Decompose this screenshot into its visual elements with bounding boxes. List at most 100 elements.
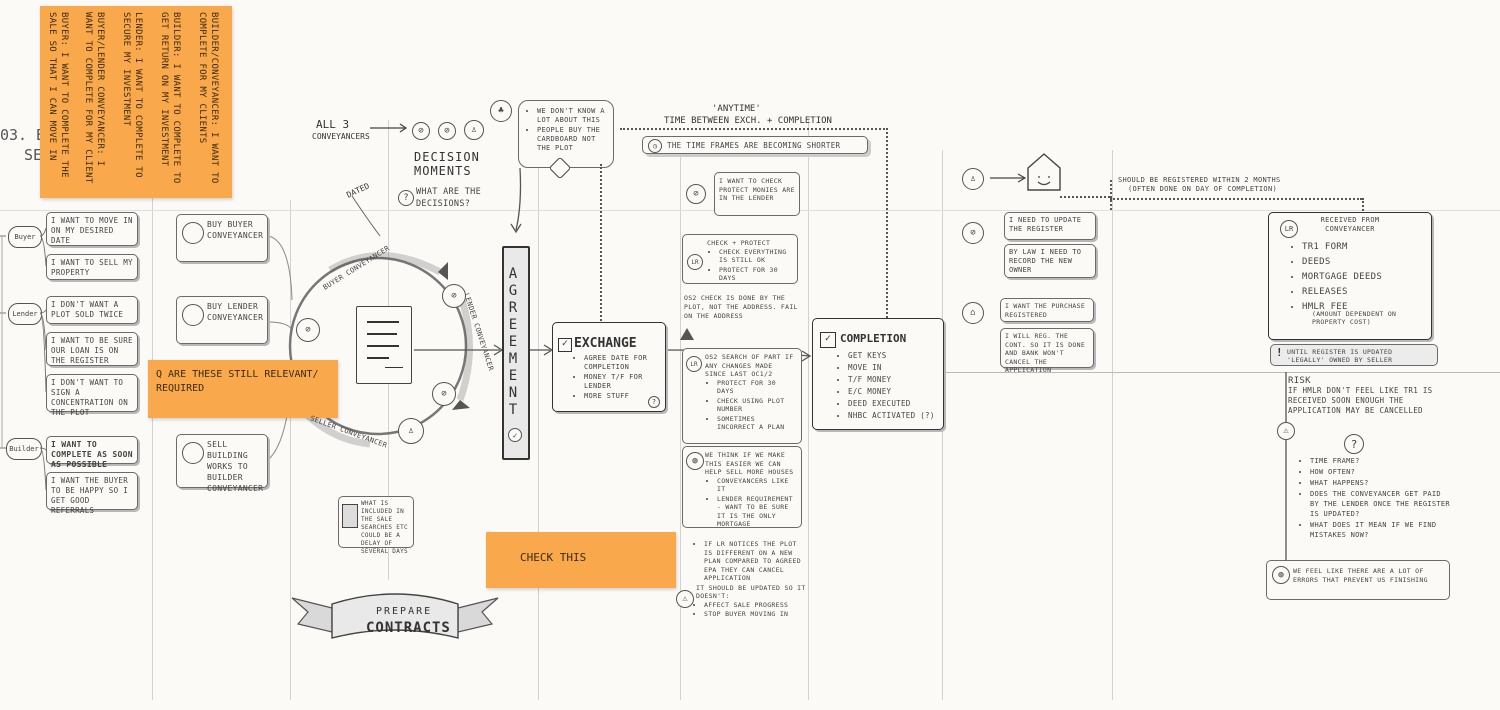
question-item: What happens? [1310,478,1450,488]
question-icon: ? [648,396,660,408]
question-icon: ? [1344,434,1364,454]
check-box-icon: ✓ [820,332,836,348]
person-slash-icon: ⊘ [296,318,320,342]
sticky-note: Builder: I want to complete to get retur… [159,12,181,184]
need-box: I want to sell my property [46,254,138,280]
grid-line [538,120,539,700]
need-box: I don't want to sign a concentration on … [46,374,138,417]
bank-icon: ⌂ [962,302,984,324]
check-this-text: CHECK THIS [520,551,587,564]
stage-label: 03. B [0,126,46,144]
lr-badge: LR [687,254,703,270]
fee-note: (Amount dependent on property cost) [1312,310,1397,326]
grid-line [680,150,681,700]
grid-line [290,200,291,700]
role-badge-lender: Lender [8,303,42,325]
person-icon: ♙ [398,418,424,444]
anytime-label: 'Anytime' [712,104,761,114]
need-box: I want to be sure our loan is on the reg… [46,332,138,366]
globe-icon: ◍ [1272,566,1290,584]
received-item: Mortgage deeds [1302,270,1432,284]
sticky-note: Buyer: I want to complete the sale so th… [47,12,69,178]
globe-icon: ◍ [686,452,704,470]
risk-section: Risk If HMLR don't feel like TR1 is rece… [1288,376,1448,416]
think-note-item: Lender requirement - want to be sure it … [717,495,797,529]
received-title: Received from conveyancer [1320,216,1380,233]
sticky-note: Buyer/Lender conveyancer: I want to comp… [83,12,105,184]
exchange-title: Exchange [574,336,637,351]
question-item: Does the conveyancer get paid by the len… [1310,489,1450,519]
person-icon: ♙ [962,168,984,190]
completion-item: Get keys [848,350,952,361]
action-label: Sell Building works to builder conveyanc… [207,440,264,493]
lr-notice: If LR notices the plot is different on a… [692,540,808,620]
sticky-note: Lender: I want to complete to secure my … [121,12,143,178]
question-item: Time frame? [1310,456,1450,466]
question-item: How often? [1310,467,1450,477]
timeframes-banner: The time frames are becoming shorter [642,136,868,154]
grid-line [1112,150,1113,700]
action-label: Buy Lender conveyancer [207,302,264,322]
role-badge-builder: Builder [6,438,42,460]
clock-icon: ◷ [648,139,662,153]
check-circle-icon [182,442,204,464]
check-protect-bubble: I want to check protect monies are in th… [714,172,800,216]
person-slash-icon: ⊘ [442,284,466,308]
seller-conveyancer-label: Seller conveyancer [309,414,389,450]
exchange-item: Money T/F for lender [584,373,674,391]
completion-item: T/F money [848,374,952,385]
sticky-note: Builder/Conveyancer: I want to complete … [197,12,219,184]
all3-label: All 3 [316,118,350,131]
dotted-connector [1110,180,1112,210]
role-badge-buyer: Buyer [8,226,42,248]
risk-title: Risk [1288,376,1311,386]
lr-notice-line: It should be updated so it doesn't: [696,583,806,601]
grid-line [808,120,809,700]
os2-search-item: Check using plot number [717,397,797,414]
bubble-item: People buy the cardboard not the plot [537,126,607,153]
check-circle-icon: ✓ [508,428,522,442]
need-box: I want to complete as soon as possible [46,436,138,469]
exclamation-icon: ! [1276,346,1283,359]
exchange-list: Agree date for completion Money T/F for … [572,354,674,402]
bubble-item: We don't know a lot about this [537,107,607,125]
lr-notice-item: Affect sale progress [704,601,808,610]
person-slash-icon: ⊘ [686,184,706,204]
question-sticky: Q Are these still relevant/ required [148,360,338,418]
will-register-box: I will reg. the cont. so it is done and … [1000,328,1094,374]
person-slash-icon: ⊘ [412,122,430,140]
lr-notice-line: If LR notices the plot is different on a… [704,540,808,583]
received-item: Releases [1302,285,1432,299]
check-this-sticky: CHECK THIS [486,532,676,588]
completion-list: Get keys Move in T/F money E/C money Dee… [836,350,952,422]
banner-line2: Contracts [366,620,451,636]
prepare-contracts-banner [291,593,499,639]
action-label: Buy Buyer conveyancer [207,220,264,240]
errors-note-text: We feel like there are a lot of errors t… [1293,567,1428,584]
lr-badge: LR [1280,220,1298,238]
completion-item: NHBC activated (?) [848,410,952,421]
sticky-notes-group: Buyer: I want to complete the sale so th… [40,6,232,198]
tree-icon: ♣ [490,100,512,122]
included-item: Searches etc [361,524,408,531]
by-law-box: By law I need to record the new owner [1004,244,1096,278]
conveyancers-label: Conveyancers [312,132,370,141]
need-box: I want to move in on my desired date [46,212,138,246]
completion-item: Deed executed [848,398,952,409]
anytime-dotted-line [886,128,888,318]
contract-document-icon [356,306,412,384]
included-item: Could be a delay of several days [361,532,408,555]
warning-icon: ⚠ [676,590,694,608]
os2-check-note: OS2 check is done by the plot, not the a… [684,294,798,320]
register-timing-line: (often done on day of completion) [1128,185,1277,193]
received-item: TR1 form [1302,240,1432,254]
dated-label: Dated [345,181,371,200]
decisions-question: What are the decisions? [416,187,482,209]
decision-moments-label: Decision Moments [414,150,480,178]
need-box: I want the buyer to be happy so I get go… [46,472,138,515]
exchange-item: Agree date for completion [584,354,674,372]
received-list: TR1 form Deeds Mortgage deeds Releases H… [1290,240,1432,315]
lr-badge: LR [686,356,702,372]
person-slash-icon: ⊘ [432,382,456,406]
person-slash-icon: ⊘ [962,222,984,244]
